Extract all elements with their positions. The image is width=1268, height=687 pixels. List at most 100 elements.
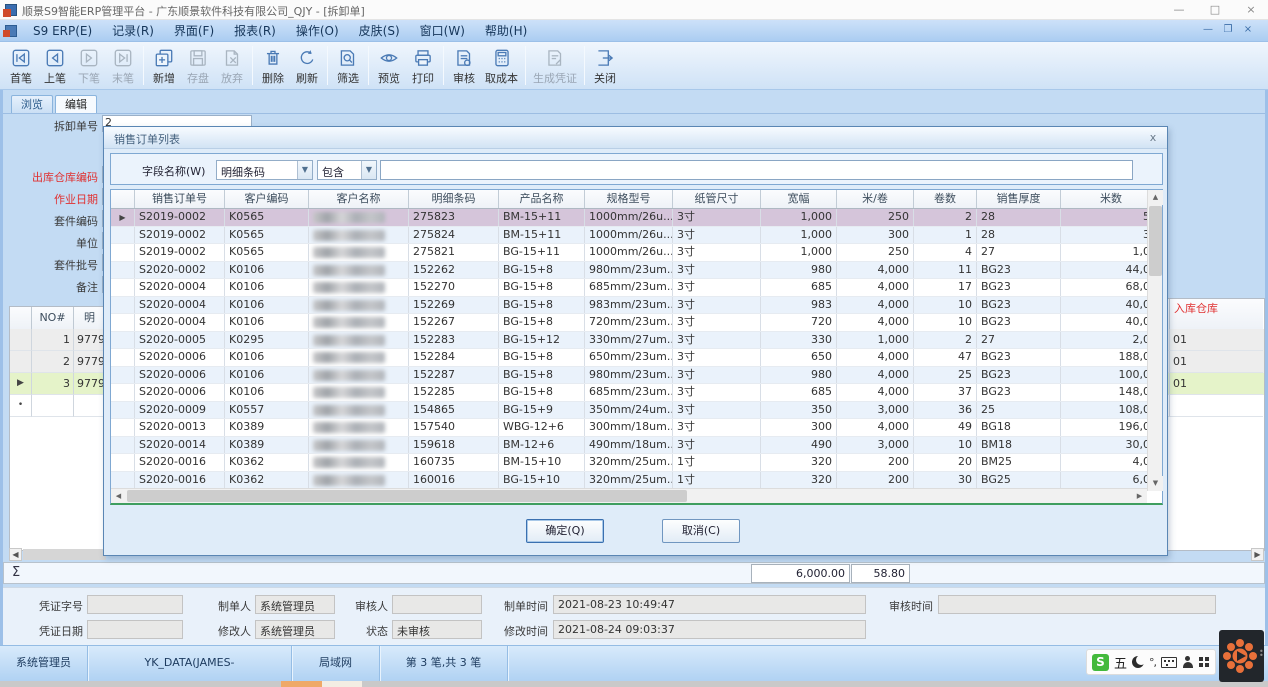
scrollbar-track[interactable] — [23, 549, 106, 560]
column-header[interactable]: 销售订单号 — [135, 190, 225, 208]
scrollbar-thumb[interactable] — [1149, 206, 1162, 276]
table-row[interactable]: S2020-0004K0106152267BG-15+8720mm/23um..… — [111, 314, 1162, 332]
column-header-barcode[interactable]: 明 — [74, 307, 105, 329]
mdi-restore-icon[interactable]: ❐ — [1220, 24, 1236, 35]
table-row[interactable]: • — [10, 395, 105, 417]
column-header[interactable]: 产品名称 — [499, 190, 585, 208]
table-row[interactable]: S2020-0004K0106152269BG-15+8983mm/23um..… — [111, 297, 1162, 315]
table-row[interactable]: S2020-0005K0295152283BG-15+12330mm/27um.… — [111, 332, 1162, 350]
audit-button[interactable]: 审核 — [447, 42, 481, 89]
sogou-icon[interactable]: S — [1092, 654, 1109, 671]
column-header[interactable]: 纸管尺寸 — [673, 190, 761, 208]
vertical-scrollbar[interactable]: ▲ ▼ — [1147, 190, 1162, 491]
apps-icon[interactable] — [1199, 657, 1210, 668]
scroll-down-icon[interactable]: ▼ — [1148, 476, 1163, 491]
menu-item-s9-erp[interactable]: S9 ERP(E) — [23, 20, 102, 42]
table-row[interactable]: 197792 — [10, 329, 105, 351]
preview-button[interactable]: 预览 — [372, 42, 406, 89]
table-row[interactable]: S2020-0009K0557154865BG-15+9350mm/24um..… — [111, 402, 1162, 420]
status-bar: 系统管理员YK_DATA(JAMES-PC\SQL2012:YK_DATA)局域… — [0, 645, 1268, 681]
field-select[interactable]: 明细条码 ▼ — [216, 160, 313, 180]
minimize-icon[interactable]: — — [1162, 0, 1196, 20]
prev-button[interactable]: 上笔 — [38, 42, 72, 89]
scrollbar-thumb[interactable] — [127, 490, 687, 502]
summary-total-2: 58.80 — [851, 564, 910, 583]
delete-button[interactable]: 删除 — [256, 42, 290, 89]
menu-item-interface[interactable]: 界面(F) — [164, 20, 224, 42]
table-row[interactable]: ▶S2019-0002K0565275823BM-15+111000mm/26u… — [111, 209, 1162, 227]
table-row[interactable]: 297792 — [10, 351, 105, 373]
mdi-minimize-icon[interactable]: — — [1200, 24, 1216, 35]
table-row[interactable]: S2020-0014K0389159618BM-12+6490mm/18um..… — [111, 437, 1162, 455]
taskbar-app[interactable] — [322, 681, 362, 687]
add-button[interactable]: 新增 — [147, 42, 181, 89]
table-row[interactable]: S2020-0002K0106152262BG-15+8980mm/23um..… — [111, 262, 1162, 280]
scroll-right-icon[interactable]: ▶ — [1251, 548, 1264, 561]
table-row[interactable]: S2020-0016K0362160735BM-15+10320mm/25um.… — [111, 454, 1162, 472]
dialog-close-icon[interactable]: x — [1145, 130, 1161, 146]
tab-browse[interactable]: 浏览 — [11, 95, 53, 114]
column-header[interactable]: 卷数 — [914, 190, 977, 208]
horizontal-scrollbar[interactable]: ◀ ▶ — [111, 488, 1147, 503]
chevron-down-icon[interactable]: ▼ — [361, 161, 376, 179]
scroll-right-icon[interactable]: ▶ — [1132, 489, 1147, 503]
table-row[interactable]: S2019-0002K0565275821BG-15+111000mm/26u.… — [111, 244, 1162, 262]
redacted-customer-name — [313, 405, 385, 416]
menu-item-records[interactable]: 记录(R) — [102, 20, 164, 42]
column-header[interactable]: 宽幅 — [761, 190, 837, 208]
menu-item-help[interactable]: 帮助(H) — [475, 20, 537, 42]
column-header[interactable]: 销售厚度 — [977, 190, 1061, 208]
taskbar-active-app[interactable] — [281, 681, 322, 687]
cost-icon — [491, 47, 513, 69]
tab-edit[interactable]: 编辑 — [55, 95, 97, 114]
person-icon[interactable] — [1182, 656, 1194, 668]
toolbar-separator — [327, 46, 328, 85]
table-row[interactable]: S2020-0013K0389157540WBG-12+6300mm/18um.… — [111, 419, 1162, 437]
first-button[interactable]: 首笔 — [4, 42, 38, 89]
filter-bar: 字段名称(W) 明细条码 ▼ 包含 ▼ — [110, 153, 1163, 185]
column-header[interactable]: 米/卷 — [837, 190, 914, 208]
column-header[interactable]: 客户名称 — [309, 190, 409, 208]
menu-item-reports[interactable]: 报表(R) — [224, 20, 286, 42]
filter-button[interactable]: 筛选 — [331, 42, 365, 89]
table-row[interactable]: ▶397792 — [10, 373, 105, 395]
column-header-in-warehouse[interactable]: 入库仓库 — [1170, 299, 1263, 329]
keyboard-icon[interactable] — [1161, 657, 1177, 668]
wubi-icon[interactable]: 五 — [1114, 653, 1127, 672]
close-icon[interactable]: × — [1234, 0, 1268, 20]
filter-keyword-input[interactable] — [380, 160, 1133, 180]
redacted-customer-name — [313, 247, 385, 258]
moon-icon[interactable] — [1132, 656, 1144, 668]
menu-item-operations[interactable]: 操作(O) — [286, 20, 349, 42]
corner-app-logo[interactable]: •• — [1219, 630, 1264, 682]
print-button[interactable]: 打印 — [406, 42, 440, 89]
table-row[interactable]: S2020-0006K0106152285BG-15+8685mm/23um..… — [111, 384, 1162, 402]
cancel-button[interactable]: 取消(C) — [662, 519, 740, 543]
table-row[interactable]: S2020-0016K0362160016BG-15+10320mm/25um.… — [111, 472, 1162, 490]
table-row[interactable]: S2020-0004K0106152270BG-15+8685mm/23um..… — [111, 279, 1162, 297]
window-titlebar: 顺景S9智能ERP管理平台 - 广东顺景软件科技有限公司_QJY - [拆卸单]… — [0, 0, 1268, 20]
column-header[interactable]: 规格型号 — [585, 190, 673, 208]
taskbar[interactable] — [0, 681, 1268, 687]
close-button[interactable]: 关闭 — [588, 42, 622, 89]
ok-button[interactable]: 确定(Q) — [526, 519, 604, 543]
refresh-button[interactable]: 刷新 — [290, 42, 324, 89]
column-header-no[interactable]: NO# — [32, 307, 74, 329]
menu-item-window[interactable]: 窗口(W) — [410, 20, 475, 42]
column-header[interactable]: 明细条码 — [409, 190, 499, 208]
mdi-close-icon[interactable]: × — [1240, 24, 1256, 35]
operator-select[interactable]: 包含 ▼ — [317, 160, 377, 180]
table-row[interactable]: S2020-0006K0106152284BG-15+8650mm/23um..… — [111, 349, 1162, 367]
table-row[interactable]: S2019-0002K0565275824BM-15+111000mm/26u.… — [111, 227, 1162, 245]
modify-time-field: 2021-08-24 09:03:37 — [553, 620, 866, 639]
scroll-left-icon[interactable]: ◀ — [9, 548, 22, 561]
get-cost-button[interactable]: 取成本 — [481, 42, 522, 89]
table-row[interactable]: S2020-0006K0106152287BG-15+8980mm/23um..… — [111, 367, 1162, 385]
scroll-up-icon[interactable]: ▲ — [1148, 190, 1163, 205]
scroll-left-icon[interactable]: ◀ — [111, 489, 126, 503]
menu-item-skins[interactable]: 皮肤(S) — [349, 20, 410, 42]
column-header[interactable]: 客户编码 — [225, 190, 309, 208]
punctuation-icon[interactable]: °, — [1149, 656, 1156, 669]
maximize-icon[interactable]: □ — [1198, 0, 1232, 20]
chevron-down-icon[interactable]: ▼ — [297, 161, 312, 179]
